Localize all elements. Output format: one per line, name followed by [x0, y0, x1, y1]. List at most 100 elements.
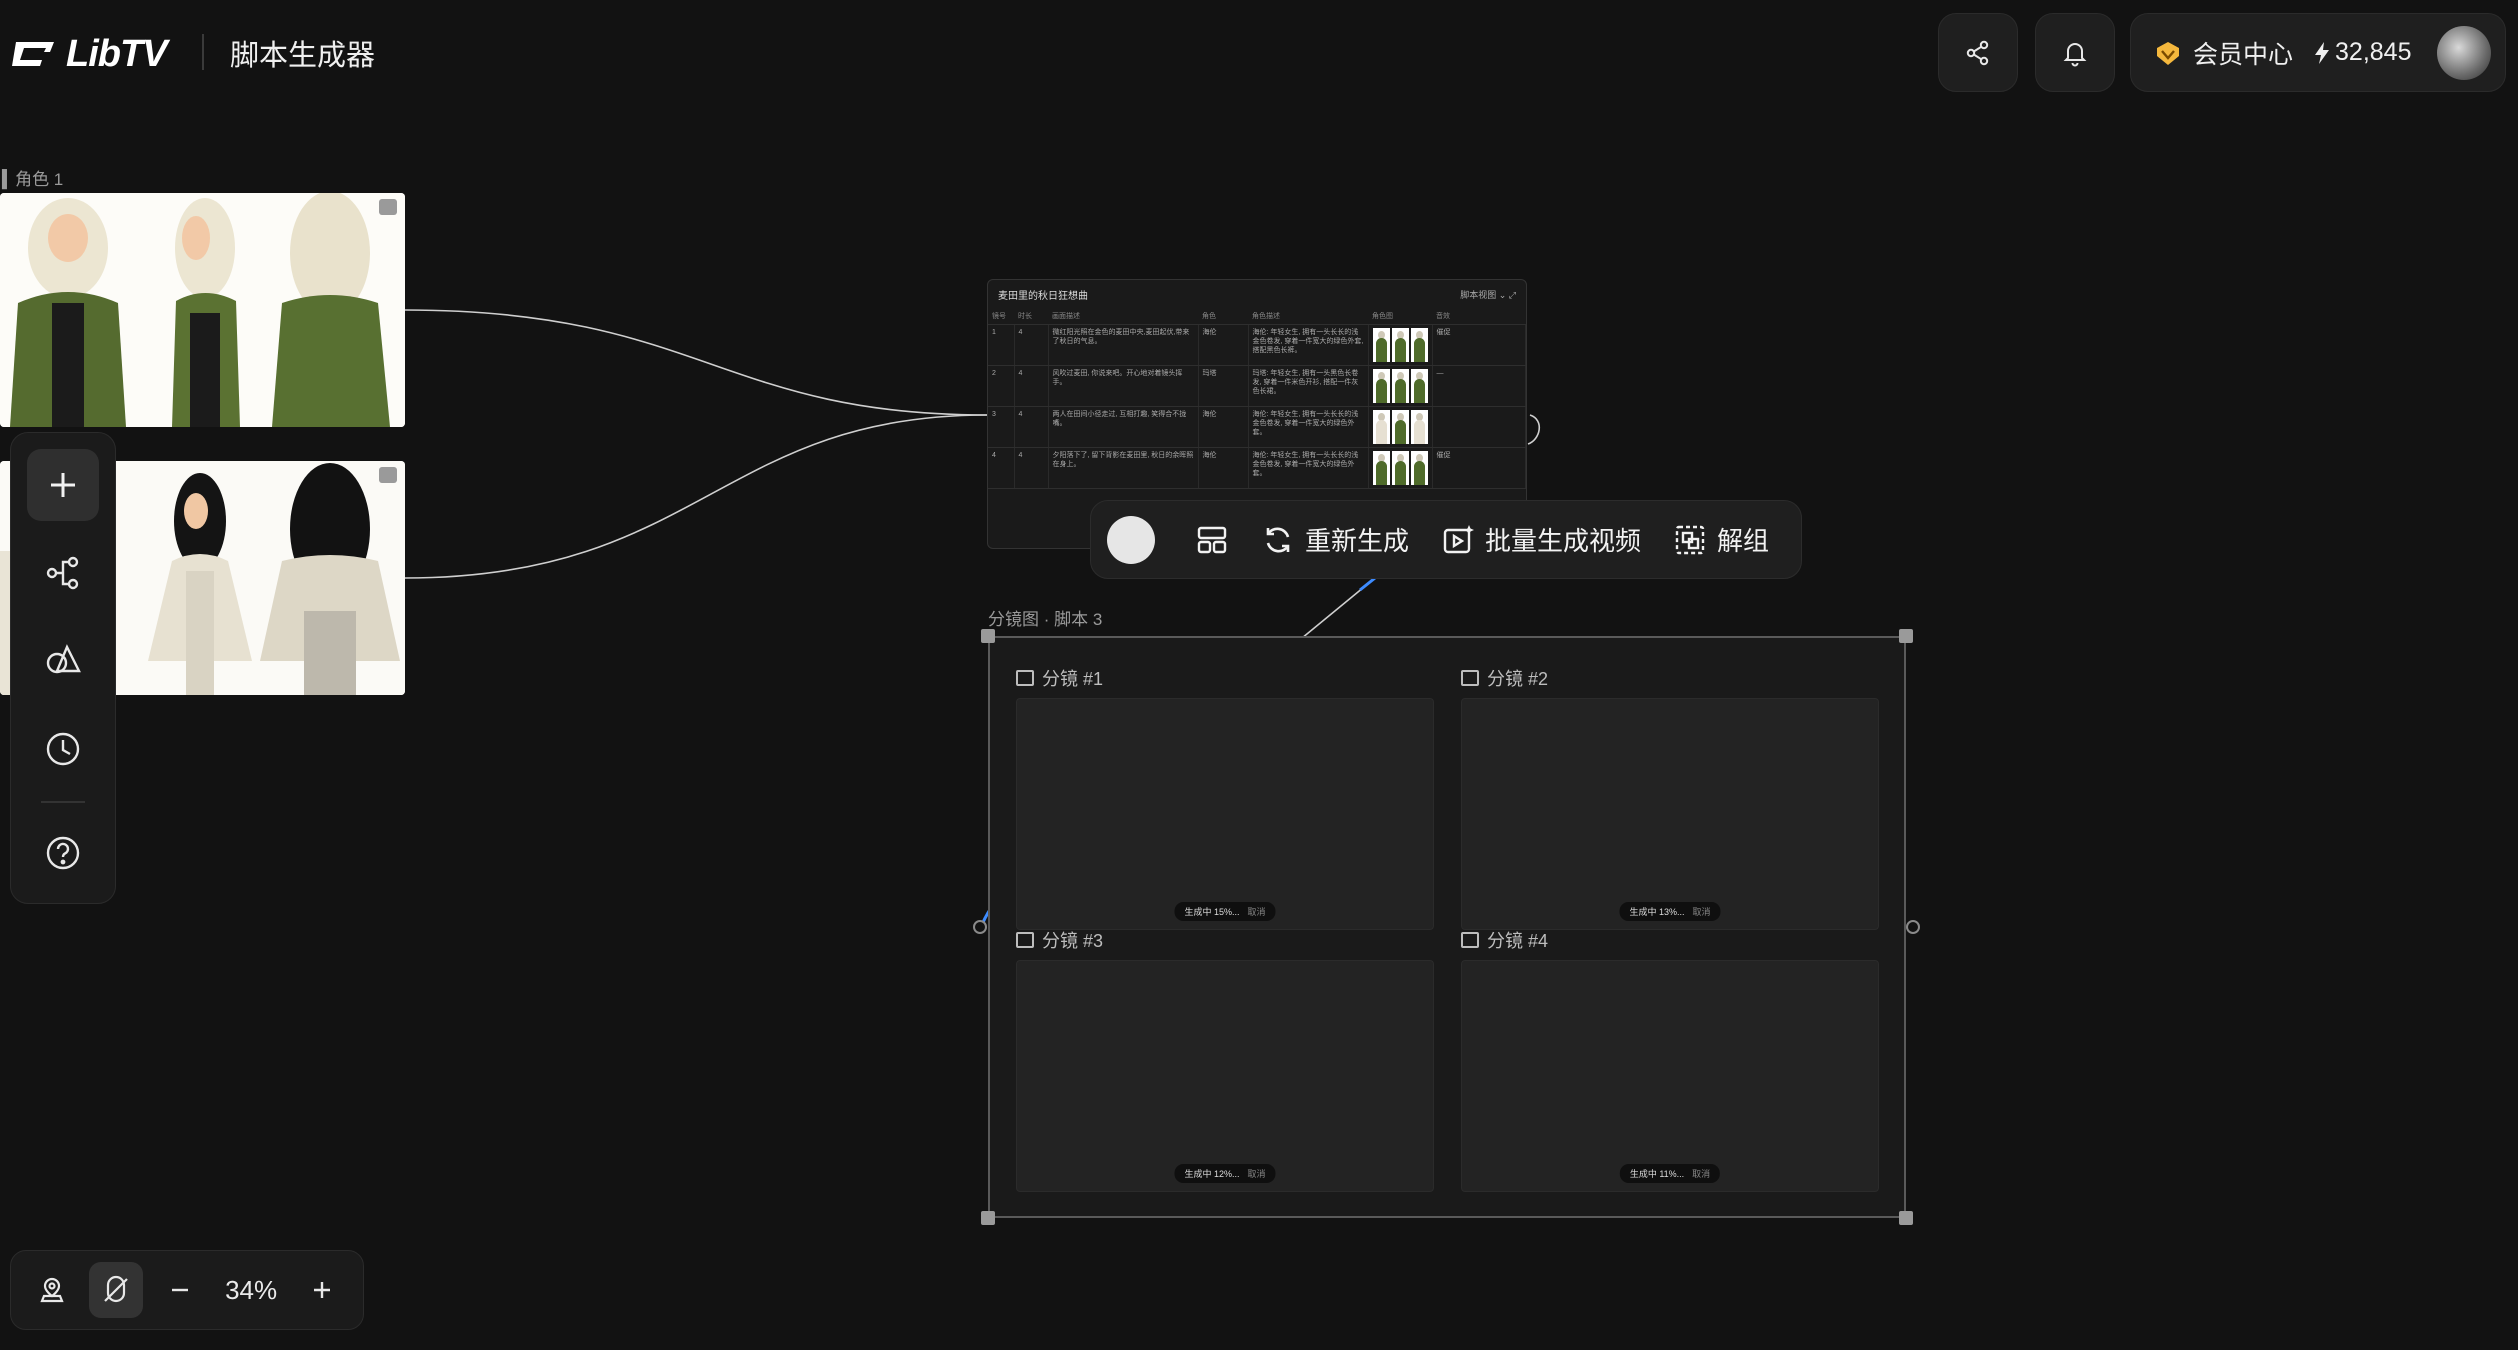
workflow-button[interactable]	[27, 537, 99, 609]
shapes-button[interactable]	[27, 625, 99, 697]
libtv-logo[interactable]: LibTV	[10, 30, 168, 78]
cancel-button[interactable]: 取消	[1248, 1167, 1266, 1180]
generation-progress: 生成中 13%... 取消	[1619, 902, 1721, 921]
connect-handle-right[interactable]	[1906, 920, 1920, 934]
script-table: 镜号 时长 画面描述 角色 角色描述 角色图 音效 1 4 微红阳光照在金色的麦…	[988, 308, 1526, 489]
canvas-root: LibTV 脚本生成器 会员中心 32,845 ▍角色 1 麦田里的秋日狂想曲 …	[0, 0, 2518, 1350]
cell-desc: 微红阳光照在金色的麦田中央,麦田起伏,带来了秋日的气息。	[1048, 324, 1199, 366]
cell-role-desc: 海伦: 年轻女生, 拥有一头长长的浅金色卷发, 穿着一件宽大的绿色外套。	[1248, 447, 1369, 489]
notification-button[interactable]	[2035, 13, 2115, 92]
cell-sound: 催促	[1432, 447, 1526, 489]
col-header: 角色描述	[1248, 308, 1368, 325]
col-header: 音效	[1432, 308, 1526, 325]
plus-icon	[313, 1282, 330, 1298]
credits-value: 32,845	[2335, 38, 2412, 66]
cancel-button[interactable]: 取消	[1248, 905, 1266, 918]
cell-no: 4	[988, 447, 1015, 489]
ungroup-icon	[1675, 525, 1705, 554]
table-row[interactable]: 3 4 两人在田间小径走过, 互相打趣, 笑得合不拢嘴。 海伦 海伦: 年轻女生…	[988, 406, 1526, 448]
col-header: 画面描述	[1048, 308, 1198, 325]
share-icon	[1966, 40, 1989, 65]
storyboard-group[interactable]: 分镜 #1 生成中 15%... 取消 分镜 #2 生成中 13%... 取消 分镜…	[988, 636, 1906, 1218]
col-header: 角色图	[1368, 308, 1432, 325]
cancel-button[interactable]: 取消	[1693, 905, 1711, 918]
workflow-icon	[46, 556, 79, 590]
character-card-1[interactable]	[0, 193, 405, 427]
col-header: 镜号	[988, 308, 1014, 325]
connector-line	[404, 309, 988, 416]
generation-progress: 生成中 11%... 取消	[1619, 1164, 1721, 1183]
cell-desc: 风吹过麦田, 你说来吧。开心地对着镜头挥手。	[1048, 365, 1199, 407]
cell-role: 玛塔	[1198, 365, 1249, 407]
ungroup-button[interactable]: 解组	[1661, 510, 1781, 570]
cell-duration: 4	[1014, 365, 1049, 407]
history-button[interactable]	[27, 713, 99, 785]
cell-role-desc: 海伦: 年轻女生, 拥有一头长长的浅金色卷发, 穿着一件宽大的绿色外套, 搭配黑…	[1248, 324, 1369, 366]
shot-title: 分镜 #3	[1042, 931, 1104, 951]
minus-icon	[172, 1288, 189, 1292]
zoom-out-button[interactable]	[153, 1262, 207, 1318]
cell-desc: 两人在田间小径走过, 互相打趣, 笑得合不拢嘴。	[1048, 406, 1199, 448]
storyboard-shot-1[interactable]: 分镜 #1 生成中 15%... 取消	[1016, 666, 1434, 930]
cell-role: 海伦	[1198, 324, 1249, 366]
storyboard-shot-2[interactable]: 分镜 #2 生成中 13%... 取消	[1461, 666, 1879, 930]
connector-active-segment	[1359, 576, 1376, 592]
plus-icon	[51, 473, 75, 497]
card-image-icon[interactable]	[379, 199, 397, 215]
generation-progress: 生成中 15%... 取消	[1174, 902, 1276, 921]
layout-button[interactable]	[1183, 510, 1241, 570]
add-node-button[interactable]	[27, 449, 99, 521]
cell-duration: 4	[1014, 324, 1049, 366]
table-row[interactable]: 2 4 风吹过麦田, 你说来吧。开心地对着镜头挥手。 玛塔 玛塔: 年轻女生, …	[988, 365, 1526, 407]
zoom-in-button[interactable]	[295, 1262, 349, 1318]
connector-line	[404, 414, 988, 579]
layout-grid-icon	[1197, 526, 1227, 553]
cell-role-image	[1368, 447, 1433, 489]
image-icon	[1461, 932, 1479, 948]
shot-title: 分镜 #4	[1487, 931, 1549, 951]
avatar[interactable]	[2437, 26, 2491, 80]
generation-progress: 生成中 12%... 取消	[1174, 1164, 1276, 1183]
regenerate-button[interactable]: 重新生成	[1249, 510, 1421, 570]
cell-sound: 催促	[1432, 324, 1526, 366]
cell-role: 海伦	[1198, 447, 1249, 489]
cell-no: 1	[988, 324, 1015, 366]
help-button[interactable]	[27, 817, 99, 889]
card-image-icon[interactable]	[379, 467, 397, 483]
lightning-icon	[2315, 41, 2330, 64]
shapes-icon	[46, 644, 81, 674]
resize-handle-bl[interactable]	[981, 1211, 995, 1225]
cancel-button[interactable]: 取消	[1692, 1167, 1710, 1180]
cell-no: 2	[988, 365, 1015, 407]
connect-handle-left[interactable]	[973, 920, 987, 934]
rail-divider	[41, 801, 85, 803]
resize-handle-tl[interactable]	[981, 629, 995, 643]
character-label: ▍角色 1	[2, 170, 64, 189]
selection-toolbar: 重新生成 批量生成视频 解组	[1090, 500, 1802, 579]
script-view-dropdown[interactable]: 脚本视图 ⌄ ⤢	[1460, 288, 1516, 301]
table-row[interactable]: 4 4 夕阳落下了, 留下背影在麦田里, 秋日的余晖照在身上。 海伦 海伦: 年…	[988, 447, 1526, 489]
image-icon	[1016, 932, 1034, 948]
member-center-button[interactable]: 会员中心 32,845	[2130, 13, 2506, 92]
storyboard-shot-4[interactable]: 分镜 #4 生成中 11%... 取消	[1461, 928, 1879, 1192]
shot-title: 分镜 #1	[1042, 669, 1104, 689]
logo-mark-icon	[12, 42, 54, 66]
locate-button[interactable]	[25, 1262, 79, 1318]
share-button[interactable]	[1938, 13, 2018, 92]
table-row[interactable]: 1 4 微红阳光照在金色的麦田中央,麦田起伏,带来了秋日的气息。 海伦 海伦: …	[988, 324, 1526, 366]
col-header: 角色	[1198, 308, 1248, 325]
crown-badge-icon	[2157, 41, 2179, 65]
script-title: 麦田里的秋日狂想曲	[998, 290, 1088, 302]
color-picker[interactable]	[1107, 515, 1155, 564]
cell-role-desc: 海伦: 年轻女生, 拥有一头长长的浅金色卷发, 穿着一件宽大的绿色外套。	[1248, 406, 1369, 448]
storyboard-shot-3[interactable]: 分镜 #3 生成中 12%... 取消	[1016, 928, 1434, 1192]
batch-video-button[interactable]: 批量生成视频	[1429, 510, 1653, 570]
clock-icon	[46, 732, 80, 766]
resize-handle-tr[interactable]	[1899, 629, 1913, 643]
header-divider	[202, 34, 204, 70]
cell-role-desc: 玛塔: 年轻女生, 拥有一头黑色长卷发, 穿着一件米色开衫, 搭配一件灰色长裙。	[1248, 365, 1369, 407]
resize-handle-br[interactable]	[1899, 1211, 1913, 1225]
shot-preview: 生成中 13%... 取消	[1461, 698, 1879, 930]
snap-toggle[interactable]	[89, 1262, 144, 1318]
cell-sound	[1432, 406, 1526, 448]
